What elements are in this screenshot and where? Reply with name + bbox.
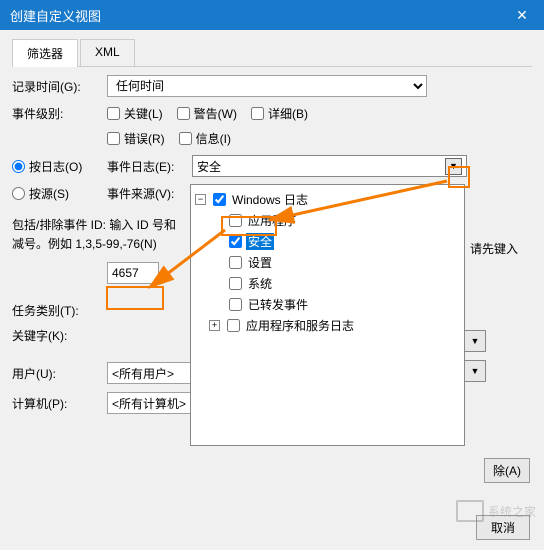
check-error[interactable]: 错误(R) bbox=[107, 130, 165, 147]
hint-text: 请先键入 bbox=[470, 240, 518, 257]
tree-node-security[interactable]: 安全 bbox=[195, 231, 460, 252]
label-event-log: 事件日志(E): bbox=[107, 158, 192, 175]
label-keyword: 关键字(K): bbox=[12, 327, 107, 344]
clear-button[interactable]: 除(A) bbox=[484, 458, 530, 483]
tab-xml[interactable]: XML bbox=[80, 39, 135, 67]
chevron-down-icon-task[interactable]: ▼ bbox=[464, 330, 486, 352]
chevron-down-icon[interactable]: ▼ bbox=[445, 158, 462, 175]
tree-node-root[interactable]: − Windows 日志 bbox=[195, 189, 460, 210]
tree-check-setup[interactable] bbox=[229, 256, 242, 269]
tree-node-setup[interactable]: 设置 bbox=[195, 252, 460, 273]
checkbox-verbose[interactable] bbox=[251, 107, 264, 120]
label-event-source: 事件来源(V): bbox=[107, 185, 192, 202]
tree-check-application[interactable] bbox=[229, 214, 242, 227]
checkbox-warning[interactable] bbox=[177, 107, 190, 120]
label-task-category: 任务类别(T): bbox=[12, 302, 107, 319]
label-log-time: 记录时间(G): bbox=[12, 78, 107, 95]
tree-node-application[interactable]: 应用程序 bbox=[195, 210, 460, 231]
label-event-level: 事件级别: bbox=[12, 105, 107, 122]
tree-node-apps-services[interactable]: + 应用程序和服务日志 bbox=[195, 315, 460, 336]
tree-label-system: 系统 bbox=[246, 275, 274, 292]
tab-strip: 筛选器 XML bbox=[12, 38, 532, 67]
label-computer: 计算机(P): bbox=[12, 395, 107, 412]
checkbox-critical[interactable] bbox=[107, 107, 120, 120]
close-icon[interactable]: ✕ bbox=[510, 3, 534, 27]
chevron-down-icon-keyword[interactable]: ▼ bbox=[464, 360, 486, 382]
tree-expand-icon[interactable]: + bbox=[209, 320, 220, 331]
tree-label-security: 安全 bbox=[246, 233, 274, 250]
check-verbose[interactable]: 详细(B) bbox=[251, 105, 308, 122]
tree-check-apps-services[interactable] bbox=[227, 319, 240, 332]
checkbox-info[interactable] bbox=[179, 132, 192, 145]
watermark: 系统之家 bbox=[456, 500, 536, 522]
input-event-id[interactable] bbox=[107, 262, 159, 284]
label-user: 用户(U): bbox=[12, 365, 107, 382]
tree-popup: − Windows 日志 应用程序 安全 设置 系统 已转发事件 + 应用程序和… bbox=[190, 184, 465, 446]
radio-by-log[interactable]: 按日志(O) bbox=[12, 158, 107, 175]
check-info[interactable]: 信息(I) bbox=[179, 130, 231, 147]
tree-collapse-icon[interactable]: − bbox=[195, 194, 206, 205]
tree-check-security[interactable] bbox=[229, 235, 242, 248]
title-bar: 创建自定义视图 ✕ bbox=[0, 0, 544, 30]
dropdown-event-log[interactable]: 安全 ▼ bbox=[192, 155, 467, 177]
tab-filter[interactable]: 筛选器 bbox=[12, 39, 78, 67]
window-title: 创建自定义视图 bbox=[10, 6, 101, 25]
check-critical[interactable]: 关键(L) bbox=[107, 105, 163, 122]
tree-label-root: Windows 日志 bbox=[230, 191, 310, 208]
tree-label-setup: 设置 bbox=[246, 254, 274, 271]
dropdown-event-log-value: 安全 bbox=[197, 158, 221, 175]
tree-check-root[interactable] bbox=[213, 193, 226, 206]
tree-node-forwarded[interactable]: 已转发事件 bbox=[195, 294, 460, 315]
radio-by-source[interactable]: 按源(S) bbox=[12, 185, 107, 202]
tree-check-forwarded[interactable] bbox=[229, 298, 242, 311]
watermark-icon bbox=[456, 500, 484, 522]
tree-node-system[interactable]: 系统 bbox=[195, 273, 460, 294]
tree-label-apps-services: 应用程序和服务日志 bbox=[244, 317, 356, 334]
tree-label-application: 应用程序 bbox=[246, 212, 298, 229]
radio-by-source-input[interactable] bbox=[12, 187, 25, 200]
check-warning[interactable]: 警告(W) bbox=[177, 105, 237, 122]
select-log-time[interactable]: 任何时间 bbox=[107, 75, 427, 97]
tree-label-forwarded: 已转发事件 bbox=[246, 296, 310, 313]
tree-check-system[interactable] bbox=[229, 277, 242, 290]
radio-by-log-input[interactable] bbox=[12, 160, 25, 173]
checkbox-error[interactable] bbox=[107, 132, 120, 145]
